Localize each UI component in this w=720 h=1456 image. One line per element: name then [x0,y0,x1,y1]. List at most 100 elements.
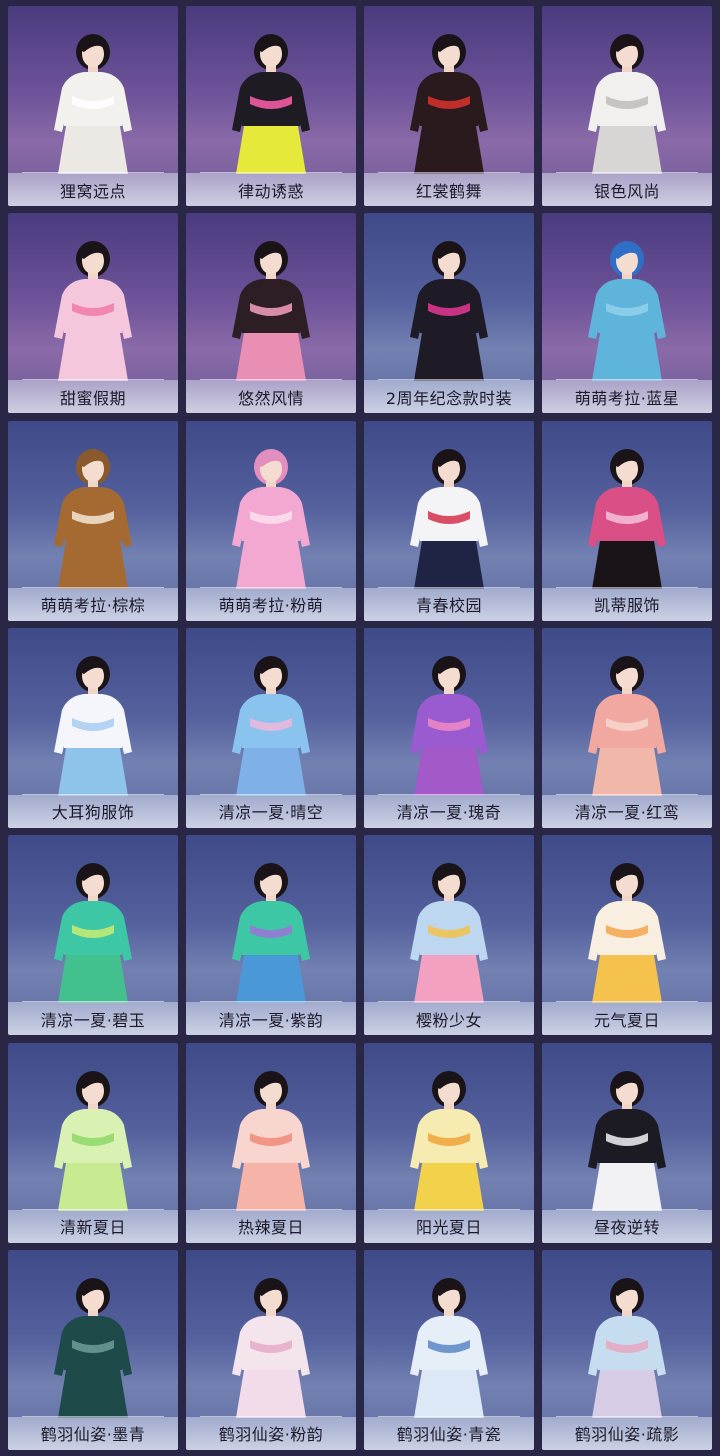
character-preview-image [232,448,310,589]
outfit-name: 2周年纪念款时装 [385,388,513,408]
character-preview-image [232,655,310,796]
outfit-label-bar: 昼夜逆转 [542,1209,712,1243]
outfit-card[interactable]: 鹤羽仙姿·疏影 [542,1249,712,1450]
outfit-name: 甜蜜假期 [59,388,126,408]
character-preview-image [588,655,666,796]
outfit-label-bar: 樱粉少女 [364,1002,534,1036]
outfit-label-bar: 鹤羽仙姿·疏影 [542,1416,712,1450]
outfit-card[interactable]: 青春校园 [364,420,534,621]
character-preview-image [410,34,488,174]
outfit-label-bar: 鹤羽仙姿·墨青 [8,1416,178,1450]
outfit-label-bar: 元气夏日 [542,1002,712,1036]
character-preview-image [232,1277,310,1418]
outfit-label-bar: 2周年纪念款时装 [364,380,534,414]
outfit-card[interactable]: 红裳鹤舞 [364,6,534,206]
character-preview-image [410,448,488,589]
outfit-card[interactable]: 清凉一夏·晴空 [186,627,356,828]
outfit-card[interactable]: 悠然风情 [186,213,356,414]
character-preview-image [54,1277,132,1418]
outfit-label-bar: 青春校园 [364,587,534,621]
outfit-card[interactable]: 阳光夏日 [364,1042,534,1243]
character-preview-image [410,1277,488,1418]
outfit-name: 大耳狗服饰 [51,803,135,823]
outfit-name: 青春校园 [415,596,482,616]
outfit-name: 律动诱惑 [237,181,304,201]
outfit-card[interactable]: 鹤羽仙姿·墨青 [8,1249,178,1450]
outfit-name: 悠然风情 [237,388,304,408]
character-preview-image [54,863,132,1004]
outfit-name: 萌萌考拉·蓝星 [574,388,680,408]
outfit-label-bar: 萌萌考拉·粉萌 [186,587,356,621]
character-preview-image [410,241,488,382]
outfit-name: 清凉一夏·晴空 [218,803,324,823]
outfit-card[interactable]: 清凉一夏·碧玉 [8,835,178,1036]
outfit-card[interactable]: 萌萌考拉·蓝星 [542,213,712,414]
outfit-name: 清凉一夏·紫韵 [218,1010,324,1030]
outfit-name: 银色风尚 [593,181,660,201]
outfit-label-bar: 悠然风情 [186,380,356,414]
character-preview-image [588,1277,666,1418]
outfit-label-bar: 萌萌考拉·蓝星 [542,380,712,414]
outfit-label-bar: 狸窝远点 [8,173,178,206]
outfit-label-bar: 萌萌考拉·棕棕 [8,587,178,621]
outfit-card[interactable]: 狸窝远点 [8,6,178,206]
outfit-name: 热辣夏日 [237,1218,304,1238]
character-preview-image [232,241,310,382]
outfit-name: 樱粉少女 [415,1010,482,1030]
outfit-card[interactable]: 樱粉少女 [364,835,534,1036]
outfit-label-bar: 清凉一夏·瑰奇 [364,794,534,828]
outfit-card[interactable]: 2周年纪念款时装 [364,213,534,414]
character-preview-image [410,1070,488,1211]
character-preview-image [410,863,488,1004]
outfit-name: 红裳鹤舞 [415,181,482,201]
outfit-card[interactable]: 元气夏日 [542,835,712,1036]
outfit-card[interactable]: 甜蜜假期 [8,213,178,414]
character-preview-image [410,655,488,796]
outfit-name: 萌萌考拉·棕棕 [40,596,146,616]
outfit-card[interactable]: 清新夏日 [8,1042,178,1243]
outfit-label-bar: 鹤羽仙姿·青瓷 [364,1416,534,1450]
outfit-label-bar: 银色风尚 [542,173,712,206]
outfit-name: 狸窝远点 [59,181,126,201]
outfit-label-bar: 清凉一夏·晴空 [186,794,356,828]
outfit-card[interactable]: 萌萌考拉·粉萌 [186,420,356,621]
outfit-label-bar: 鹤羽仙姿·粉韵 [186,1416,356,1450]
outfit-name: 鹤羽仙姿·青瓷 [396,1425,502,1445]
outfit-label-bar: 清凉一夏·红鸾 [542,794,712,828]
outfit-card[interactable]: 律动诱惑 [186,6,356,206]
outfit-card[interactable]: 清凉一夏·紫韵 [186,835,356,1036]
character-preview-image [588,34,666,174]
outfit-card[interactable]: 凯蒂服饰 [542,420,712,621]
outfit-card[interactable]: 萌萌考拉·棕棕 [8,420,178,621]
outfit-label-bar: 清凉一夏·紫韵 [186,1002,356,1036]
outfit-name: 清凉一夏·碧玉 [40,1010,146,1030]
outfit-card[interactable]: 鹤羽仙姿·青瓷 [364,1249,534,1450]
character-preview-image [54,34,132,174]
outfit-card[interactable]: 清凉一夏·红鸾 [542,627,712,828]
character-preview-image [588,241,666,382]
outfit-card[interactable]: 鹤羽仙姿·粉韵 [186,1249,356,1450]
outfit-name: 清新夏日 [59,1218,126,1238]
outfit-label-bar: 阳光夏日 [364,1209,534,1243]
character-preview-image [232,863,310,1004]
outfit-label-bar: 红裳鹤舞 [364,173,534,206]
outfit-label-bar: 清凉一夏·碧玉 [8,1002,178,1036]
outfit-label-bar: 热辣夏日 [186,1209,356,1243]
outfit-name: 鹤羽仙姿·疏影 [574,1425,680,1445]
outfit-card[interactable]: 大耳狗服饰 [8,627,178,828]
character-preview-image [588,1070,666,1211]
character-preview-image [232,34,310,174]
outfit-card[interactable]: 清凉一夏·瑰奇 [364,627,534,828]
outfit-card[interactable]: 银色风尚 [542,6,712,206]
outfit-label-bar: 大耳狗服饰 [8,794,178,828]
outfit-label-bar: 甜蜜假期 [8,380,178,414]
character-preview-image [54,655,132,796]
outfit-name: 昼夜逆转 [593,1218,660,1238]
outfit-name: 清凉一夏·红鸾 [574,803,680,823]
outfit-card[interactable]: 昼夜逆转 [542,1042,712,1243]
outfit-name: 清凉一夏·瑰奇 [396,803,502,823]
character-preview-image [588,863,666,1004]
outfit-card[interactable]: 热辣夏日 [186,1042,356,1243]
outfit-name: 鹤羽仙姿·粉韵 [218,1425,324,1445]
outfit-name: 凯蒂服饰 [593,596,660,616]
